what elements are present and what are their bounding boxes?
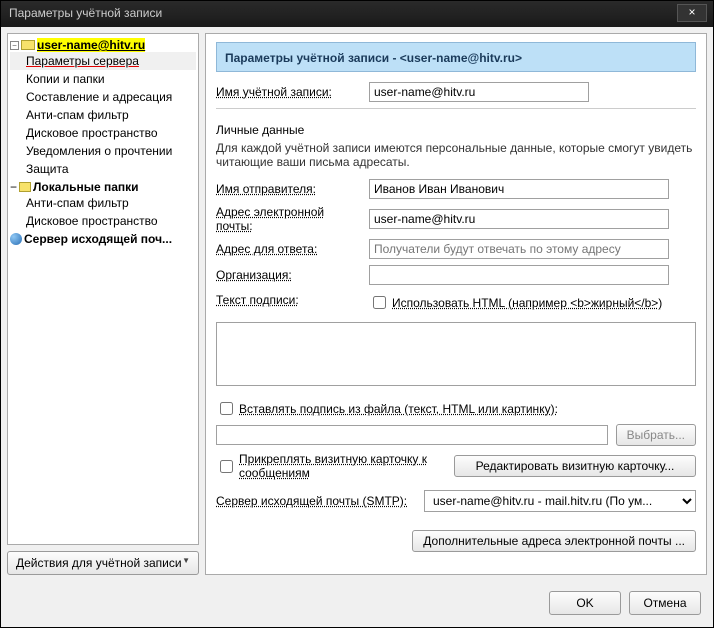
sig-file-checkbox[interactable] [220,402,233,415]
sig-file-checkbox-row[interactable]: Вставлять подпись из файла (текст, HTML … [216,399,558,418]
content-pane: Параметры учётной записи - <user-name@hi… [205,33,707,575]
account-name-input[interactable] [369,82,589,102]
sidebar: − user-name@hitv.ru Параметры сервера Ко… [7,33,199,575]
content-header: Параметры учётной записи - <user-name@hi… [216,42,696,72]
sig-file-label: Вставлять подпись из файла (текст, HTML … [239,402,558,416]
tree-item-local-disk[interactable]: Дисковое пространство [10,212,196,230]
personal-data-desc: Для каждой учётной записи имеются персон… [216,141,696,169]
email-label: Адрес электронной почты: [216,205,361,233]
smtp-server-label: Сервер исходящей поч... [24,232,172,246]
vcard-checkbox[interactable] [220,460,233,473]
vcard-checkbox-row[interactable]: Прикреплять визитную карточку к сообщени… [216,452,446,480]
reply-to-input[interactable] [369,239,669,259]
tree-item-disk[interactable]: Дисковое пространство [10,124,196,142]
tree-item-receipts[interactable]: Уведомления о прочтении [10,142,196,160]
window-title: Параметры учётной записи [9,6,162,20]
cancel-button[interactable]: Отмена [629,591,701,615]
tree-account-root[interactable]: − user-name@hitv.ru [10,38,196,52]
tree-item-local-antispam[interactable]: Анти-спам фильтр [10,194,196,212]
email-input[interactable] [369,209,669,229]
ok-button[interactable]: OK [549,591,621,615]
collapse-icon[interactable]: − [10,41,19,50]
vcard-label: Прикреплять визитную карточку к сообщени… [239,452,446,480]
local-folders-label: Локальные папки [33,180,139,194]
close-button[interactable]: × [677,4,707,22]
signature-label: Текст подписи: [216,293,361,307]
smtp-select[interactable]: user-name@hitv.ru - mail.hitv.ru (По ум.… [424,490,696,512]
additional-emails-button[interactable]: Дополнительные адреса электронной почты … [412,530,696,552]
sig-file-path-input [216,425,608,445]
account-name: user-name@hitv.ru [37,38,145,52]
tree-item-server-params[interactable]: Параметры сервера [10,52,196,70]
tree-local-root[interactable]: − Локальные папки [10,180,196,194]
tree-item-antispam[interactable]: Анти-спам фильтр [10,106,196,124]
edit-vcard-button[interactable]: Редактировать визитную карточку... [454,455,696,477]
dialog-footer: OK Отмена [1,581,713,627]
globe-icon [10,233,22,245]
collapse-icon[interactable]: − [10,180,17,194]
account-actions-button[interactable]: Действия для учётной записи▼ [7,551,199,575]
signature-textarea[interactable] [216,322,696,386]
smtp-label: Сервер исходящей почты (SMTP): [216,494,416,508]
folder-icon [19,182,31,192]
use-html-checkbox-row[interactable]: Использовать HTML (например <b>жирный</b… [369,293,696,312]
titlebar: Параметры учётной записи × [1,1,713,27]
organization-label: Организация: [216,268,361,282]
envelope-icon [21,40,35,50]
sender-name-input[interactable] [369,179,669,199]
chevron-down-icon: ▼ [182,556,190,565]
organization-input[interactable] [369,265,669,285]
tree-item-compose[interactable]: Составление и адресация [10,88,196,106]
tree-item-security[interactable]: Защита [10,160,196,178]
account-name-label: Имя учётной записи: [216,85,361,99]
tree-item-copies[interactable]: Копии и папки [10,70,196,88]
browse-button: Выбрать... [616,424,696,446]
account-tree: − user-name@hitv.ru Параметры сервера Ко… [7,33,199,545]
personal-data-title: Личные данные [216,123,696,137]
tree-smtp-root[interactable]: Сервер исходящей поч... [10,232,196,246]
reply-to-label: Адрес для ответа: [216,242,361,256]
sender-name-label: Имя отправителя: [216,182,361,196]
use-html-label: Использовать HTML (например <b>жирный</b… [392,296,662,310]
use-html-checkbox[interactable] [373,296,386,309]
